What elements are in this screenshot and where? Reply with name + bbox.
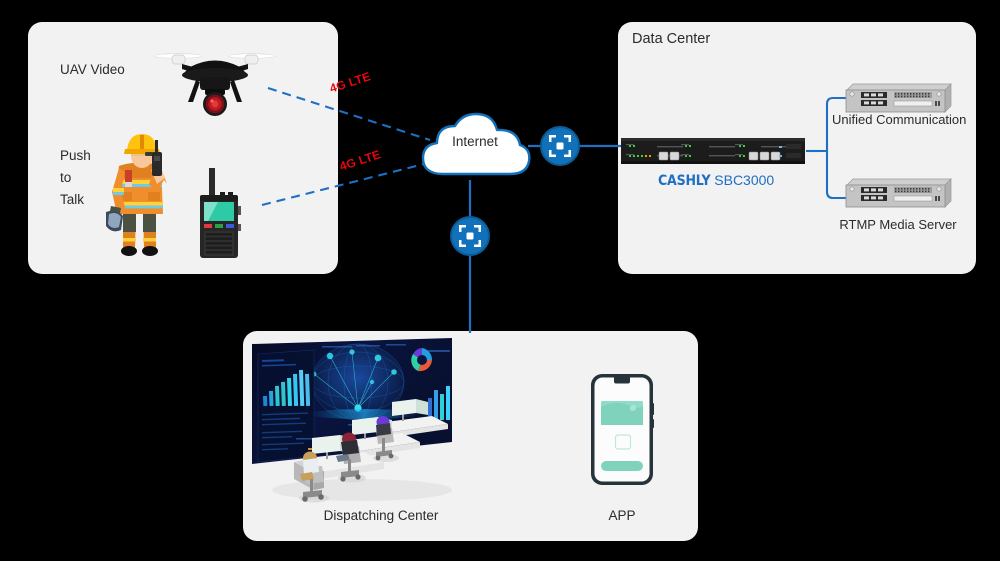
uav-video-label: UAV Video [60,62,125,77]
firefighter-icon [106,134,167,256]
data-center-title: Data Center [632,31,711,47]
sbc-appliance-icon[interactable] [621,136,805,166]
sbc-brand: CASHLY [658,173,711,189]
server-icon-rtmp-media-server[interactable] [843,177,953,210]
sbc-label: CASHLY SBC3000 [658,172,774,189]
server-label-rtmp-media-server: RTMP Media Server [839,217,957,232]
handheld-radio-icon [200,168,241,258]
push-to-talk-label-line2: to [60,170,72,185]
drone-icon [153,53,277,116]
router-icon [459,225,481,247]
lte-label-ptt: 4G LTE [337,147,383,174]
diagram-canvas: UAV Video Push to Talk 4G LTE 4G LTE Int… [0,0,1000,561]
internet-cloud[interactable]: Internet [415,104,535,182]
router-icon [549,135,571,157]
control-room-icon[interactable] [252,338,510,503]
internet-label: Internet [452,134,498,149]
server-label-unified-communication: Unified Communication [832,112,967,127]
sbc-model: SBC3000 [714,172,775,188]
dispatching-center-label: Dispatching Center [323,508,439,523]
push-to-talk-label-line1: Push [60,148,91,163]
server-icon-unified-communication[interactable] [843,82,953,115]
push-to-talk-label-line3: Talk [60,192,85,207]
router-to-dispatch[interactable] [450,216,490,256]
router-to-datacenter[interactable] [540,126,580,166]
smartphone-icon[interactable] [590,373,654,486]
app-label: APP [608,508,636,523]
